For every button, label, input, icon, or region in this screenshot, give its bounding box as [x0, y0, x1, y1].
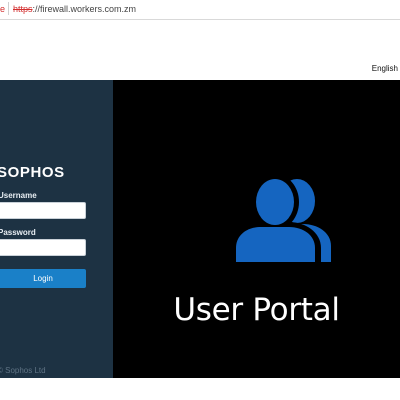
username-label: Username	[0, 191, 37, 200]
login-panel: SOPHOS Username Password Login © Sophos …	[0, 80, 113, 378]
user-portal-banner: User Portal	[113, 80, 400, 378]
address-divider	[8, 2, 9, 15]
sophos-logo: SOPHOS	[0, 164, 65, 181]
username-field[interactable]	[0, 202, 86, 219]
password-label: Password	[0, 228, 36, 237]
copyright-text: © Sophos Ltd	[0, 366, 46, 375]
security-warning-text[interactable]: e	[0, 4, 5, 14]
url-host: ://firewall.workers.com.zm	[32, 4, 137, 14]
url-scheme: https	[13, 4, 33, 14]
language-selector[interactable]: English	[372, 64, 398, 73]
users-icon	[233, 176, 331, 268]
portal-title: User Portal	[173, 292, 340, 328]
url-text[interactable]: https://firewall.workers.com.zm	[13, 4, 136, 14]
login-button[interactable]: Login	[0, 269, 86, 288]
password-field[interactable]	[0, 239, 86, 256]
browser-address-bar[interactable]: e https://firewall.workers.com.zm	[0, 0, 400, 20]
